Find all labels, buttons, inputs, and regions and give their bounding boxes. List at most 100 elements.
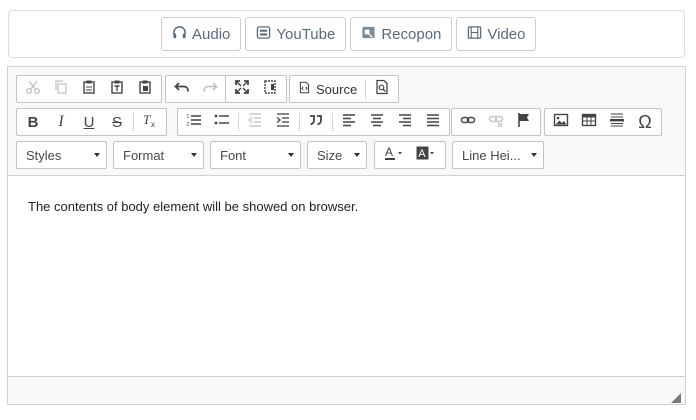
copy-button[interactable] (47, 77, 75, 101)
clipboard-group (16, 75, 162, 103)
remove-format-icon: Tx (142, 112, 158, 132)
audio-button[interactable]: Audio (161, 17, 242, 51)
special-char-button[interactable]: Ω (631, 110, 659, 134)
toolbar-separator (133, 113, 134, 131)
basic-styles-group: B I U S Tx (16, 108, 167, 136)
bulleted-list-icon (214, 112, 230, 132)
unlink-icon (488, 112, 504, 132)
links-group (451, 108, 541, 136)
chevron-down-icon (354, 153, 360, 157)
align-right-icon (397, 112, 413, 132)
unlink-button[interactable] (482, 110, 510, 134)
undo-button[interactable] (168, 77, 196, 101)
chevron-down-icon (531, 153, 537, 157)
chevron-down-icon (94, 153, 100, 157)
svg-text:2: 2 (187, 122, 190, 128)
plugin-button-panel: Audio YouTube Recopon Video (8, 10, 685, 58)
editor-status-bar (8, 376, 685, 404)
font-dropdown-label: Font (220, 147, 247, 163)
format-dropdown[interactable]: Format (113, 141, 204, 169)
clipboard-icon (81, 79, 97, 99)
paste-text-button[interactable] (103, 77, 131, 101)
body-paragraph: The contents of body element will be sho… (28, 199, 359, 214)
paste-word-icon (137, 79, 153, 99)
flag-icon (516, 112, 532, 132)
color-group: A A (374, 141, 446, 169)
anchor-button[interactable] (510, 110, 538, 134)
insert-group: Ω (544, 108, 662, 136)
size-dropdown-label: Size (317, 147, 343, 163)
font-dropdown[interactable]: Font (210, 141, 301, 169)
show-blocks-icon (262, 79, 278, 99)
paragraph-group: 12 (177, 108, 450, 136)
align-left-icon (341, 112, 357, 132)
source-button-label: Source (316, 81, 358, 97)
italic-button[interactable]: I (47, 110, 75, 134)
quote-icon (308, 112, 324, 132)
bulleted-list-button[interactable] (208, 110, 236, 134)
link-button[interactable] (454, 110, 482, 134)
horizontal-line-button[interactable] (603, 110, 631, 134)
link-icon (460, 112, 476, 132)
toolbar-separator (332, 113, 333, 131)
chevron-down-icon (288, 153, 294, 157)
background-color-button[interactable]: A (410, 143, 442, 167)
align-right-button[interactable] (391, 110, 419, 134)
decrease-indent-button[interactable] (241, 110, 269, 134)
redo-icon (202, 79, 218, 99)
editor-content-area[interactable]: The contents of body element will be sho… (8, 177, 685, 376)
indent-icon (275, 112, 291, 132)
source-group: Source (289, 75, 400, 103)
svg-text:T: T (143, 112, 151, 127)
justify-icon (425, 112, 441, 132)
line-height-dropdown-label: Line Hei... (462, 147, 521, 163)
text-color-button[interactable]: A (378, 143, 410, 167)
toolbar-separator (365, 80, 367, 98)
recopon-button[interactable]: Recopon (350, 17, 453, 51)
maximize-button[interactable] (228, 77, 256, 101)
bold-button[interactable]: B (19, 110, 47, 134)
youtube-button[interactable]: YouTube (245, 17, 347, 51)
align-center-icon (369, 112, 385, 132)
toolbar-separator (299, 113, 300, 131)
preview-button[interactable] (368, 77, 396, 101)
blockquote-button[interactable] (302, 110, 330, 134)
svg-text:A: A (418, 148, 426, 160)
youtube-icon (256, 25, 271, 44)
copy-icon (53, 79, 69, 99)
chevron-down-icon (191, 153, 197, 157)
redo-button[interactable] (196, 77, 224, 101)
cut-button[interactable] (19, 77, 47, 101)
source-icon (298, 81, 311, 97)
undo-redo-group (165, 75, 227, 103)
video-button-label: Video (487, 25, 526, 43)
scissors-icon (25, 79, 41, 99)
format-dropdown-label: Format (123, 147, 165, 163)
remove-format-button[interactable]: Tx (136, 110, 164, 134)
resize-handle-icon[interactable] (671, 390, 681, 403)
plugin-button-group: Audio YouTube Recopon Video (161, 17, 537, 51)
styles-dropdown-label: Styles (26, 147, 62, 163)
image-button[interactable] (547, 110, 575, 134)
justify-button[interactable] (419, 110, 447, 134)
strikethrough-button[interactable]: S (103, 110, 131, 134)
paste-word-button[interactable] (131, 77, 159, 101)
show-blocks-button[interactable] (256, 77, 284, 101)
align-center-button[interactable] (363, 110, 391, 134)
underline-button[interactable]: U (75, 110, 103, 134)
table-button[interactable] (575, 110, 603, 134)
undo-icon (174, 79, 190, 99)
increase-indent-button[interactable] (269, 110, 297, 134)
align-left-button[interactable] (335, 110, 363, 134)
paste-button[interactable] (75, 77, 103, 101)
svg-text:x: x (151, 120, 155, 128)
video-button[interactable]: Video (456, 17, 537, 51)
text-color-icon: A (384, 145, 404, 165)
styles-dropdown[interactable]: Styles (16, 141, 107, 169)
background-color-icon: A (416, 145, 436, 165)
youtube-button-label: YouTube (276, 25, 336, 43)
source-button[interactable]: Source (292, 77, 363, 101)
line-height-dropdown[interactable]: Line Hei... (452, 141, 544, 169)
size-dropdown[interactable]: Size (307, 141, 367, 169)
numbered-list-button[interactable]: 12 (180, 110, 208, 134)
